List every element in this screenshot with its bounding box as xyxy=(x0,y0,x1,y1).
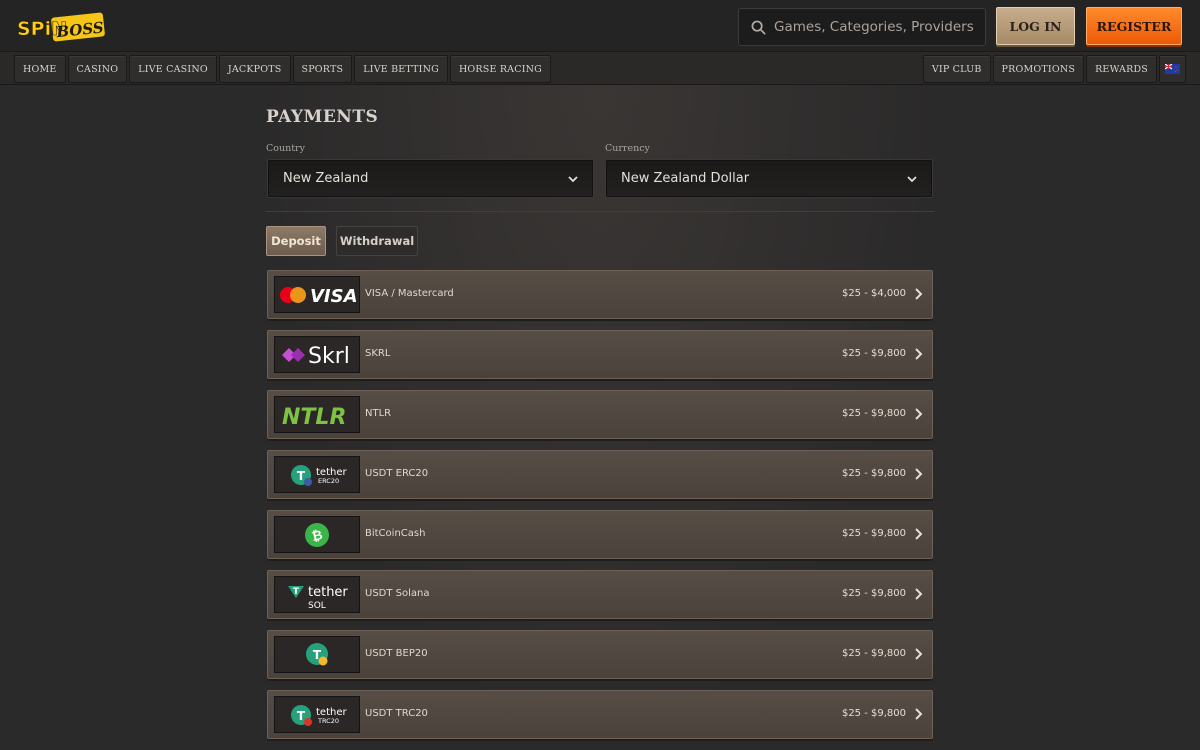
payment-method-range: $25 - $9,800 xyxy=(841,408,906,419)
payment-method-row[interactable]: T USDT BEP20 $25 - $9,800 xyxy=(267,630,933,679)
bitcoin-cash-logo: ₿ xyxy=(274,516,360,553)
currency-label: Currency xyxy=(605,143,650,154)
search-box[interactable] xyxy=(738,8,986,46)
nav-sports[interactable]: SPORTS xyxy=(292,55,353,83)
payment-method-range: $25 - $9,800 xyxy=(841,468,906,479)
payment-method-row[interactable]: T tether TRC20 USDT TRC20 $25 - $9,800 xyxy=(267,690,933,739)
svg-text:VISA: VISA xyxy=(310,286,358,307)
payment-method-row[interactable]: VISA VISA / Mastercard $25 - $4,000 xyxy=(267,270,933,319)
tether-bep20-logo: T xyxy=(274,636,360,673)
divider xyxy=(266,211,934,212)
login-button[interactable]: LOG IN xyxy=(996,7,1075,45)
payment-method-name: VISA / Mastercard xyxy=(365,288,454,299)
payment-method-range: $25 - $9,800 xyxy=(841,348,906,359)
payments-section: PAYMENTS Country New Zealand Currency Ne… xyxy=(266,85,934,750)
payment-method-name: USDT TRC20 xyxy=(365,708,428,719)
payment-method-range: $25 - $9,800 xyxy=(841,648,906,659)
nav-live-casino[interactable]: LIVE CASINO xyxy=(129,55,217,83)
page-title: PAYMENTS xyxy=(266,107,379,127)
chevron-down-icon xyxy=(568,176,578,183)
tether-erc20-logo: T tether ERC20 xyxy=(274,456,360,493)
chevron-right-icon xyxy=(915,468,923,480)
svg-text:NTLR: NTLR xyxy=(282,405,346,430)
country-select[interactable]: New Zealand xyxy=(267,159,594,198)
payment-method-name: USDT BEP20 xyxy=(365,648,428,659)
skrill-icon: Skrl xyxy=(282,344,350,369)
tether-icon: T tether ERC20 xyxy=(291,464,347,486)
tab-withdrawal[interactable]: Withdrawal xyxy=(336,226,418,256)
chevron-right-icon xyxy=(915,588,923,600)
skrill-logo: Skrl xyxy=(274,336,360,373)
register-button[interactable]: REGISTER xyxy=(1086,7,1182,45)
payment-method-row[interactable]: T tether ERC20 USDT ERC20 $25 - $9,800 xyxy=(267,450,933,499)
payment-method-row[interactable]: ₿ BitCoinCash $25 - $9,800 xyxy=(267,510,933,559)
nav-rewards[interactable]: REWARDS xyxy=(1086,55,1157,83)
payment-method-name: NTLR xyxy=(365,408,392,419)
svg-text:T: T xyxy=(293,587,300,597)
search-icon xyxy=(751,20,766,34)
spinboss-logo[interactable]: SPiN BOSS xyxy=(16,10,106,44)
tether-icon: T xyxy=(306,642,328,665)
payment-method-name: BitCoinCash xyxy=(365,528,426,539)
visa-mastercard-logo: VISA xyxy=(274,276,360,313)
country-value: New Zealand xyxy=(283,171,369,186)
svg-text:SOL: SOL xyxy=(308,601,326,610)
nav-vip-club[interactable]: VIP CLUB xyxy=(922,55,991,83)
chevron-right-icon xyxy=(915,648,923,660)
svg-text:TRC20: TRC20 xyxy=(317,717,339,725)
search-input[interactable] xyxy=(774,19,974,35)
top-header: SPiN BOSS LOG IN REGISTER xyxy=(0,0,1200,52)
country-label: Country xyxy=(266,143,305,154)
payment-method-name: SKRL xyxy=(365,348,391,359)
payment-method-row[interactable]: T tether SOL USDT Solana $25 - $9,800 xyxy=(267,570,933,619)
payment-method-range: $25 - $4,000 xyxy=(841,288,906,299)
chevron-right-icon xyxy=(915,528,923,540)
payment-method-range: $25 - $9,800 xyxy=(841,528,906,539)
nav-horse-racing[interactable]: HORSE RACING xyxy=(449,55,551,83)
main-nav: HOME CASINO LIVE CASINO JACKPOTS SPORTS … xyxy=(0,53,1200,85)
tether-icon: T tether TRC20 xyxy=(291,704,347,726)
visa-mastercard-icon: VISA xyxy=(280,286,358,307)
nz-flag-icon xyxy=(1165,64,1180,74)
chevron-right-icon xyxy=(915,348,923,360)
tab-deposit[interactable]: Deposit xyxy=(266,226,326,256)
nav-home[interactable]: HOME xyxy=(14,55,66,83)
chevron-right-icon xyxy=(915,288,923,300)
payment-method-name: USDT Solana xyxy=(365,588,430,599)
tether-sol-logo: T tether SOL xyxy=(274,576,360,613)
nav-left: HOME CASINO LIVE CASINO JACKPOTS SPORTS … xyxy=(14,55,551,83)
tether-trc20-logo: T tether TRC20 xyxy=(274,696,360,733)
nav-jackpots[interactable]: JACKPOTS xyxy=(218,55,291,83)
svg-text:Skrl: Skrl xyxy=(308,344,350,369)
payment-method-name: USDT ERC20 xyxy=(365,468,429,479)
language-selector[interactable] xyxy=(1159,55,1186,83)
currency-select[interactable]: New Zealand Dollar xyxy=(605,159,933,198)
neteller-icon: NTLR xyxy=(282,405,346,430)
svg-text:ERC20: ERC20 xyxy=(318,477,339,485)
svg-text:tether: tether xyxy=(308,585,348,600)
payment-method-range: $25 - $9,800 xyxy=(841,708,906,719)
bitcoin-cash-icon: ₿ xyxy=(305,522,329,547)
tether-icon: T tether SOL xyxy=(288,585,348,610)
chevron-right-icon xyxy=(915,708,923,720)
chevron-down-icon xyxy=(907,176,917,183)
chevron-right-icon xyxy=(915,408,923,420)
nav-promotions[interactable]: PROMOTIONS xyxy=(992,55,1085,83)
nav-live-betting[interactable]: LIVE BETTING xyxy=(354,55,448,83)
logo-text-boss: BOSS xyxy=(54,18,104,41)
payment-method-row[interactable]: NTLR NTLR $25 - $9,800 xyxy=(267,390,933,439)
payment-method-range: $25 - $9,800 xyxy=(841,588,906,599)
payment-method-row[interactable]: Skrl SKRL $25 - $9,800 xyxy=(267,330,933,379)
neteller-logo: NTLR xyxy=(274,396,360,433)
nav-right: VIP CLUB PROMOTIONS REWARDS xyxy=(922,55,1186,83)
currency-value: New Zealand Dollar xyxy=(621,171,750,186)
nav-casino[interactable]: CASINO xyxy=(67,55,128,83)
